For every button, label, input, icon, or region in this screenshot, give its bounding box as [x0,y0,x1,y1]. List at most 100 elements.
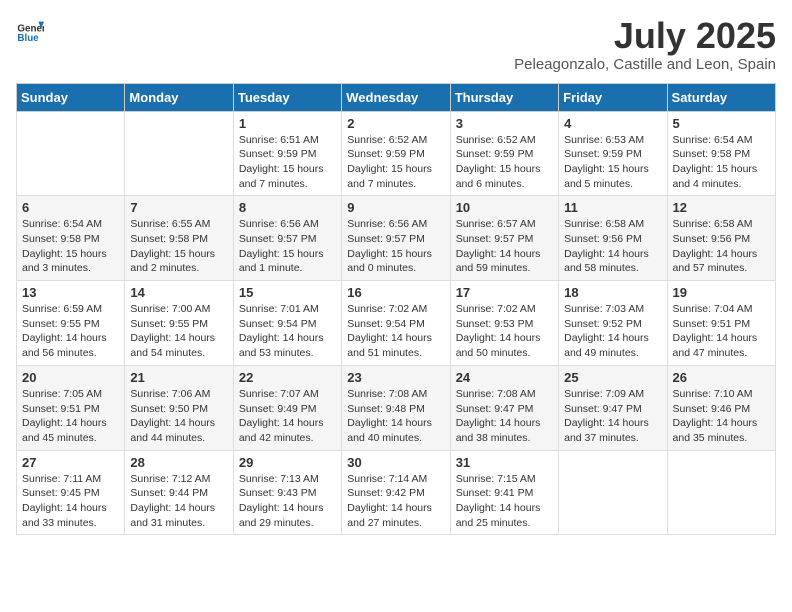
calendar-week-row: 6 Sunrise: 6:54 AM Sunset: 9:58 PM Daylig… [17,196,776,281]
calendar-cell: 25 Sunrise: 7:09 AM Sunset: 9:47 PM Dayli… [559,365,667,450]
calendar-cell: 16 Sunrise: 7:02 AM Sunset: 9:54 PM Dayli… [342,281,450,366]
day-info: Sunrise: 6:51 AM Sunset: 9:59 PM Dayligh… [239,133,336,192]
day-info: Sunrise: 6:58 AM Sunset: 9:56 PM Dayligh… [673,217,770,276]
calendar-cell: 6 Sunrise: 6:54 AM Sunset: 9:58 PM Daylig… [17,196,125,281]
calendar-cell: 13Sunrise: 6:59 AM Sunset: 9:55 PM Dayli… [17,281,125,366]
day-number: 23 [347,370,444,385]
weekday-header-row: SundayMondayTuesdayWednesdayThursdayFrid… [17,83,776,111]
day-info: Sunrise: 7:10 AM Sunset: 9:46 PM Dayligh… [673,387,770,446]
day-info: Sunrise: 7:09 AM Sunset: 9:47 PM Dayligh… [564,387,661,446]
day-number: 22 [239,370,336,385]
calendar-table: SundayMondayTuesdayWednesdayThursdayFrid… [16,83,776,536]
day-number: 20 [22,370,119,385]
day-number: 17 [456,285,553,300]
day-number: 21 [130,370,227,385]
day-info: Sunrise: 6:56 AM Sunset: 9:57 PM Dayligh… [239,217,336,276]
month-title: July 2025 [514,16,776,56]
day-number: 10 [456,200,553,215]
day-info: Sunrise: 6:59 AM Sunset: 9:55 PM Dayligh… [22,302,119,361]
calendar-cell [17,111,125,196]
weekday-header: Thursday [450,83,558,111]
day-number: 24 [456,370,553,385]
day-info: Sunrise: 7:02 AM Sunset: 9:53 PM Dayligh… [456,302,553,361]
day-info: Sunrise: 7:14 AM Sunset: 9:42 PM Dayligh… [347,472,444,531]
calendar-cell: 8 Sunrise: 6:56 AM Sunset: 9:57 PM Daylig… [233,196,341,281]
calendar-cell: 9 Sunrise: 6:56 AM Sunset: 9:57 PM Daylig… [342,196,450,281]
day-number: 1 [239,116,336,131]
day-number: 8 [239,200,336,215]
day-number: 9 [347,200,444,215]
day-number: 31 [456,455,553,470]
day-number: 6 [22,200,119,215]
svg-text:Blue: Blue [17,33,39,44]
calendar-cell: 19 Sunrise: 7:04 AM Sunset: 9:51 PM Dayli… [667,281,775,366]
calendar-cell: 22 Sunrise: 7:07 AM Sunset: 9:49 PM Dayli… [233,365,341,450]
day-info: Sunrise: 6:56 AM Sunset: 9:57 PM Dayligh… [347,217,444,276]
day-info: Sunrise: 7:01 AM Sunset: 9:54 PM Dayligh… [239,302,336,361]
calendar-cell: 29Sunrise: 7:13 AM Sunset: 9:43 PM Dayli… [233,450,341,535]
day-info: Sunrise: 7:08 AM Sunset: 9:47 PM Dayligh… [456,387,553,446]
day-number: 4 [564,116,661,131]
day-info: Sunrise: 6:54 AM Sunset: 9:58 PM Dayligh… [22,217,119,276]
weekday-header: Wednesday [342,83,450,111]
day-number: 14 [130,285,227,300]
day-info: Sunrise: 7:04 AM Sunset: 9:51 PM Dayligh… [673,302,770,361]
weekday-header: Tuesday [233,83,341,111]
calendar-cell: 4 Sunrise: 6:53 AM Sunset: 9:59 PM Daylig… [559,111,667,196]
calendar-week-row: 1 Sunrise: 6:51 AM Sunset: 9:59 PM Daylig… [17,111,776,196]
day-number: 5 [673,116,770,131]
day-number: 25 [564,370,661,385]
calendar-week-row: 13Sunrise: 6:59 AM Sunset: 9:55 PM Dayli… [17,281,776,366]
calendar-cell: 31 Sunrise: 7:15 AM Sunset: 9:41 PM Dayli… [450,450,558,535]
weekday-header: Sunday [17,83,125,111]
calendar-cell [559,450,667,535]
day-info: Sunrise: 6:58 AM Sunset: 9:56 PM Dayligh… [564,217,661,276]
title-area: July 2025 Peleagonzalo, Castille and Leo… [514,16,776,73]
day-info: Sunrise: 6:52 AM Sunset: 9:59 PM Dayligh… [456,133,553,192]
day-number: 19 [673,285,770,300]
calendar-cell: 2Sunrise: 6:52 AM Sunset: 9:59 PM Daylig… [342,111,450,196]
day-info: Sunrise: 7:00 AM Sunset: 9:55 PM Dayligh… [130,302,227,361]
day-info: Sunrise: 6:55 AM Sunset: 9:58 PM Dayligh… [130,217,227,276]
calendar-cell: 23 Sunrise: 7:08 AM Sunset: 9:48 PM Dayli… [342,365,450,450]
calendar-cell: 30Sunrise: 7:14 AM Sunset: 9:42 PM Dayli… [342,450,450,535]
calendar-cell: 7 Sunrise: 6:55 AM Sunset: 9:58 PM Daylig… [125,196,233,281]
day-info: Sunrise: 6:52 AM Sunset: 9:59 PM Dayligh… [347,133,444,192]
calendar-cell: 15 Sunrise: 7:01 AM Sunset: 9:54 PM Dayli… [233,281,341,366]
calendar-cell: 12Sunrise: 6:58 AM Sunset: 9:56 PM Dayli… [667,196,775,281]
day-number: 3 [456,116,553,131]
calendar-cell [125,111,233,196]
day-info: Sunrise: 7:13 AM Sunset: 9:43 PM Dayligh… [239,472,336,531]
day-number: 11 [564,200,661,215]
day-info: Sunrise: 7:08 AM Sunset: 9:48 PM Dayligh… [347,387,444,446]
day-info: Sunrise: 7:07 AM Sunset: 9:49 PM Dayligh… [239,387,336,446]
page-header: General Blue July 2025 Peleagonzalo, Cas… [16,16,776,73]
calendar-cell: 11 Sunrise: 6:58 AM Sunset: 9:56 PM Dayli… [559,196,667,281]
calendar-cell: 5Sunrise: 6:54 AM Sunset: 9:58 PM Daylig… [667,111,775,196]
calendar-cell: 18 Sunrise: 7:03 AM Sunset: 9:52 PM Dayli… [559,281,667,366]
calendar-cell: 14 Sunrise: 7:00 AM Sunset: 9:55 PM Dayli… [125,281,233,366]
day-number: 27 [22,455,119,470]
calendar-week-row: 27 Sunrise: 7:11 AM Sunset: 9:45 PM Dayli… [17,450,776,535]
day-number: 7 [130,200,227,215]
day-info: Sunrise: 7:15 AM Sunset: 9:41 PM Dayligh… [456,472,553,531]
day-info: Sunrise: 7:06 AM Sunset: 9:50 PM Dayligh… [130,387,227,446]
day-info: Sunrise: 7:03 AM Sunset: 9:52 PM Dayligh… [564,302,661,361]
calendar-cell: 20 Sunrise: 7:05 AM Sunset: 9:51 PM Dayli… [17,365,125,450]
day-info: Sunrise: 6:53 AM Sunset: 9:59 PM Dayligh… [564,133,661,192]
calendar-cell: 1 Sunrise: 6:51 AM Sunset: 9:59 PM Daylig… [233,111,341,196]
weekday-header: Friday [559,83,667,111]
day-info: Sunrise: 7:05 AM Sunset: 9:51 PM Dayligh… [22,387,119,446]
day-number: 26 [673,370,770,385]
day-number: 15 [239,285,336,300]
weekday-header: Monday [125,83,233,111]
day-number: 18 [564,285,661,300]
calendar-cell: 21 Sunrise: 7:06 AM Sunset: 9:50 PM Dayli… [125,365,233,450]
day-info: Sunrise: 7:11 AM Sunset: 9:45 PM Dayligh… [22,472,119,531]
weekday-header: Saturday [667,83,775,111]
calendar-cell: 17 Sunrise: 7:02 AM Sunset: 9:53 PM Dayli… [450,281,558,366]
day-info: Sunrise: 7:02 AM Sunset: 9:54 PM Dayligh… [347,302,444,361]
day-info: Sunrise: 7:12 AM Sunset: 9:44 PM Dayligh… [130,472,227,531]
day-info: Sunrise: 6:57 AM Sunset: 9:57 PM Dayligh… [456,217,553,276]
day-number: 16 [347,285,444,300]
